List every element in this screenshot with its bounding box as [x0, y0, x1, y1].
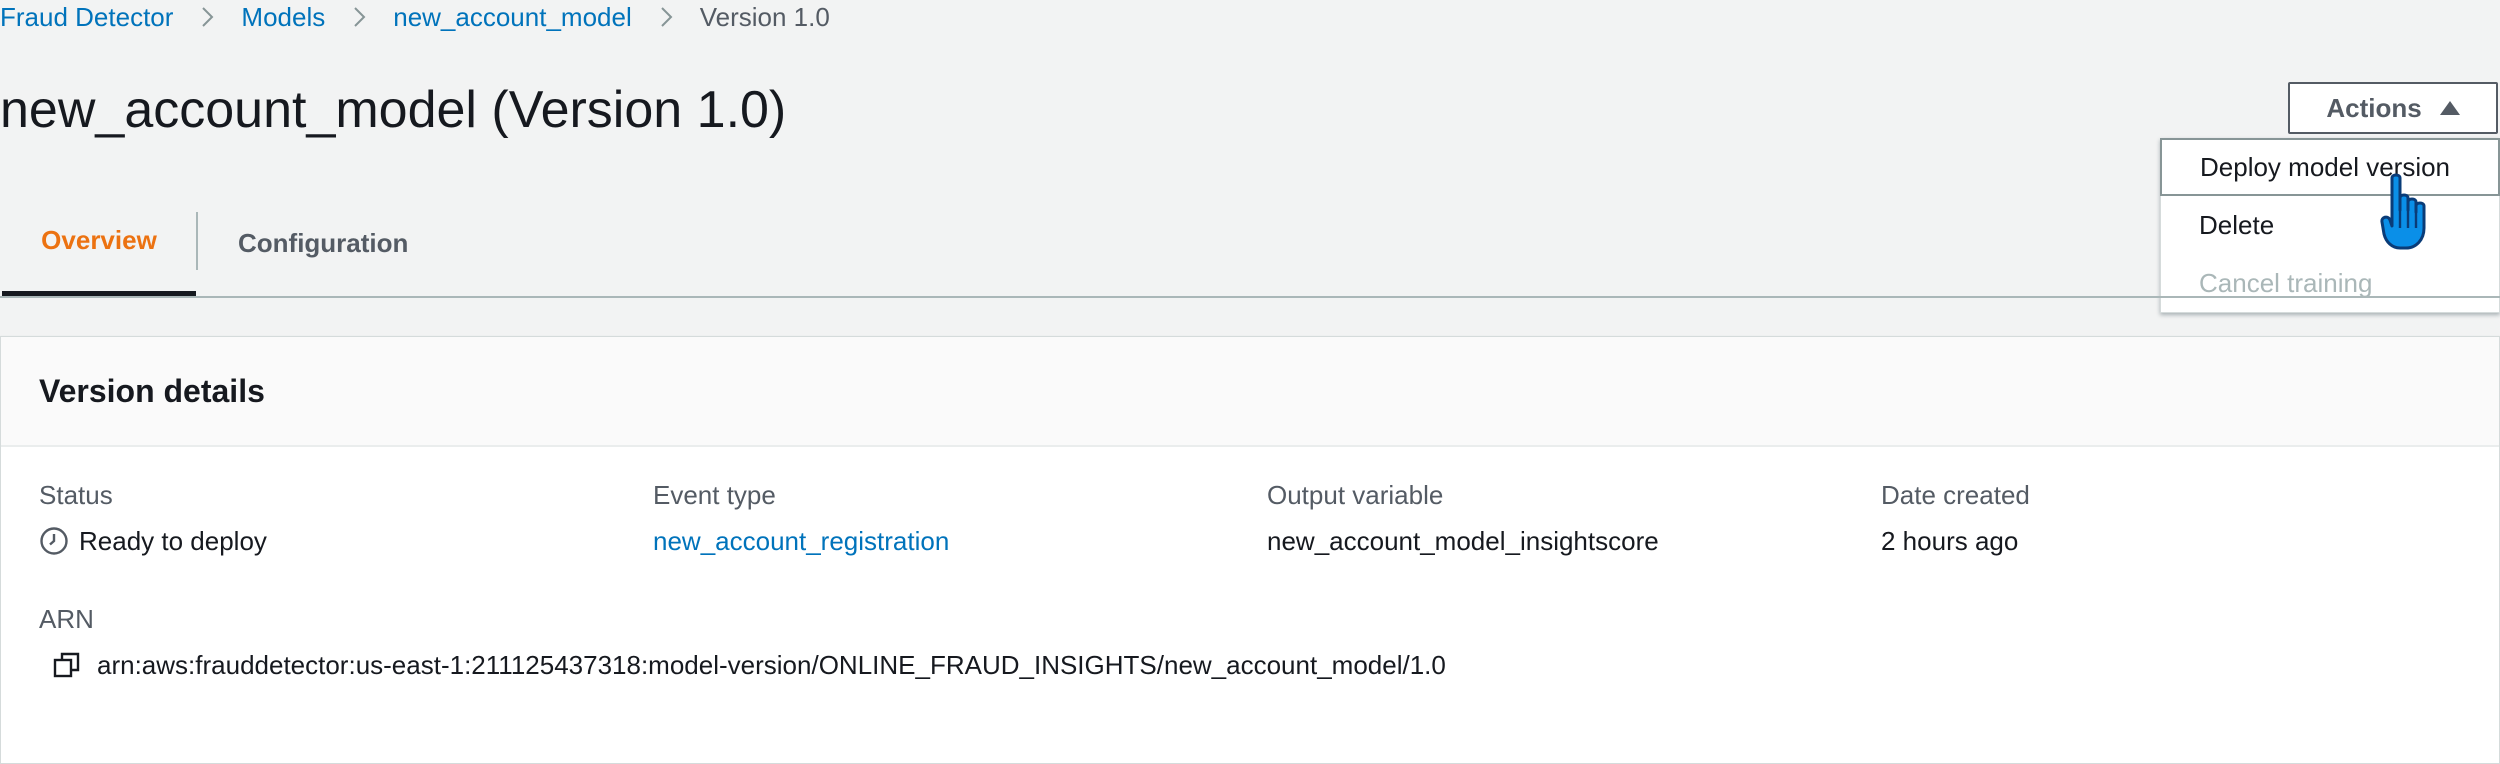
status-value: Ready to deploy [79, 526, 267, 556]
hand-cursor-icon [2380, 172, 2446, 252]
status-label: Status [39, 480, 113, 510]
copy-icon[interactable] [53, 651, 81, 679]
tab-divider [196, 212, 198, 270]
version-details-panel: Version details Status Ready to deploy E… [0, 336, 2500, 764]
tab-configuration[interactable]: Configuration [238, 190, 408, 296]
arn-field: ARN arn:aws:frauddetector:us-east-1:2111… [39, 603, 1446, 681]
output-variable-label: Output variable [1267, 480, 1444, 510]
output-variable-field: Output variable new_account_model_insigh… [1267, 479, 1659, 557]
breadcrumb-new-account-model[interactable]: new_account_model [393, 2, 632, 33]
date-created-label: Date created [1881, 480, 2030, 510]
actions-button-label: Actions [2326, 92, 2422, 123]
breadcrumb-fraud-detector[interactable]: Fraud Detector [0, 2, 173, 33]
event-type-link[interactable]: new_account_registration [653, 525, 949, 557]
arn-value: arn:aws:frauddetector:us-east-1:21112543… [97, 650, 1446, 680]
page-title: new_account_model (Version 1.0) [0, 81, 787, 139]
arn-value-row: arn:aws:frauddetector:us-east-1:21112543… [39, 649, 1446, 681]
date-created-value: 2 hours ago [1881, 526, 2019, 556]
menu-item-deploy-model-version[interactable]: Deploy model version [2160, 138, 2500, 196]
date-created-field: Date created 2 hours ago [1881, 479, 2030, 557]
status-field: Status Ready to deploy [39, 479, 267, 557]
event-type-value-row: new_account_registration [653, 525, 949, 557]
arn-label: ARN [39, 604, 94, 634]
panel-title: Version details [39, 372, 265, 409]
breadcrumb-current-version: Version 1.0 [699, 1, 830, 32]
caret-up-icon [2439, 101, 2460, 115]
actions-button[interactable]: Actions [2288, 82, 2498, 134]
breadcrumb-models[interactable]: Models [241, 2, 325, 33]
chevron-right-icon [347, 5, 371, 29]
tab-bar: Overview Configuration [0, 190, 2500, 298]
status-value-row: Ready to deploy [39, 525, 267, 557]
event-type-label: Event type [653, 480, 776, 510]
event-type-field: Event type new_account_registration [653, 479, 949, 557]
output-variable-value: new_account_model_insightscore [1267, 526, 1659, 556]
breadcrumb: Fraud Detector Models new_account_model … [0, 0, 830, 34]
tab-overview[interactable]: Overview [2, 190, 196, 296]
chevron-right-icon [654, 5, 678, 29]
clock-icon [39, 526, 69, 556]
panel-header: Version details [1, 337, 2499, 447]
chevron-right-icon [195, 5, 219, 29]
